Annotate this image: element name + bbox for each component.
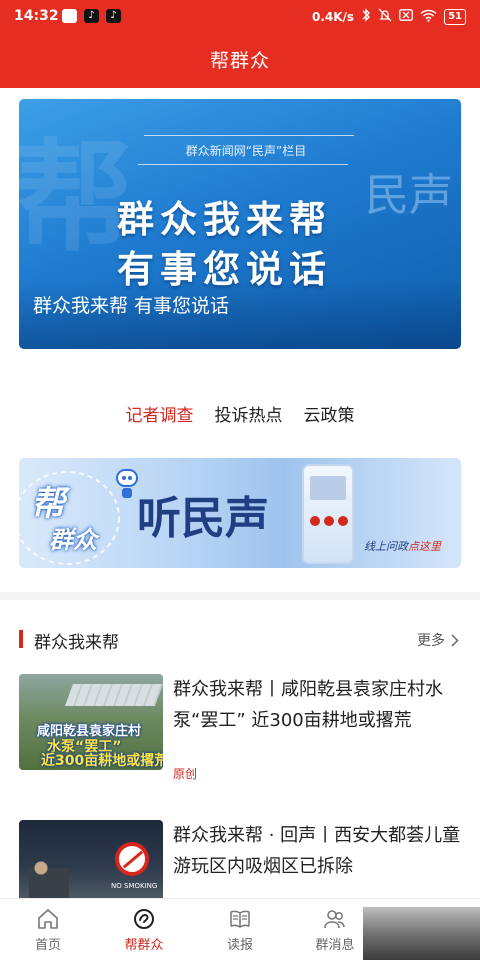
mute-icon: [378, 8, 392, 25]
news-title: 群众我来帮 · 回声丨西安大都荟儿童游玩区内吸烟区已拆除: [173, 825, 461, 877]
promo-banner[interactable]: 帮 群众 听民声 线上问政点这里: [19, 458, 461, 568]
no-smoking-sign-icon: [115, 842, 149, 876]
notification-app-icon: [62, 9, 77, 23]
bluetooth-icon: [361, 8, 371, 25]
nav-home[interactable]: 首页: [3, 907, 93, 953]
phone-illustration: [302, 464, 354, 564]
status-bar: 14:32 ♪ ♪ 0.4K/s 51: [0, 0, 480, 34]
tab-cloud-policy[interactable]: 云政策: [304, 401, 355, 426]
sim-icon: [399, 9, 413, 24]
nav-read-paper[interactable]: 读报: [195, 907, 285, 953]
tab-complaint-hotspots[interactable]: 投诉热点: [215, 401, 283, 426]
more-label: 更多: [417, 633, 445, 649]
app-header: 14:32 ♪ ♪ 0.4K/s 51 帮群众: [0, 0, 480, 88]
section-accent-bar: [19, 630, 23, 648]
tiktok-icon: ♪: [84, 9, 99, 23]
more-link[interactable]: 更多: [417, 630, 459, 650]
promo-headline: 听民声: [137, 493, 269, 544]
status-time: 14:32: [14, 8, 59, 24]
page-title: 帮群众: [209, 50, 270, 72]
thumb-text: 近300亩耕地或撂荒: [41, 753, 163, 769]
promo-logo-bottom: 群众: [49, 526, 97, 554]
nav-help-masses[interactable]: 帮群众: [99, 907, 189, 953]
battery-indicator: 51: [444, 8, 466, 25]
original-badge: 原创: [173, 767, 198, 781]
tiktok-icon: ♪: [106, 9, 121, 23]
group-icon: [324, 910, 345, 929]
help-icon: [134, 909, 154, 929]
news-title: 群众我来帮丨咸阳乾县袁家庄村水泵“罢工” 近300亩耕地或撂荒: [173, 679, 443, 731]
home-icon: [38, 909, 58, 929]
chevron-right-icon: [451, 633, 459, 647]
hero-banner[interactable]: 帮 群众新闻网“民声”栏目 民声 群众我来帮 有事您说话 群众我来帮 有事您说话: [19, 99, 461, 349]
newspaper-icon: [230, 910, 250, 928]
news-thumbnail: 咸阳乾县袁家庄村 水泵“罢工” 近300亩耕地或撂荒: [19, 674, 163, 770]
section-divider: [0, 592, 480, 600]
network-speed: 0.4K/s: [311, 9, 355, 24]
hero-column-tag: 群众新闻网“民声”栏目: [137, 135, 355, 165]
section-title: 群众我来帮: [34, 633, 119, 653]
news-item[interactable]: 咸阳乾县袁家庄村 水泵“罢工” 近300亩耕地或撂荒 群众我来帮丨咸阳乾县袁家庄…: [19, 674, 461, 781]
hero-side-text: 民声: [365, 170, 453, 221]
promo-tagline: 线上问政点这里: [364, 540, 441, 553]
floating-video-thumbnail[interactable]: [363, 907, 480, 960]
promo-logo-top: 帮: [31, 484, 65, 524]
sub-tab-bar: 记者调查 投诉热点 云政策: [0, 401, 480, 426]
hero-caption: 群众我来帮 有事您说话: [33, 295, 230, 317]
thumb-text: NO SMOKING: [111, 882, 158, 890]
wifi-icon: [420, 9, 437, 25]
hero-headline-1: 群众我来帮: [117, 198, 332, 241]
section-header: 群众我来帮 更多: [0, 626, 480, 653]
hero-watermark-char: 帮: [19, 129, 133, 268]
tab-reporter-investigation[interactable]: 记者调查: [126, 401, 194, 426]
